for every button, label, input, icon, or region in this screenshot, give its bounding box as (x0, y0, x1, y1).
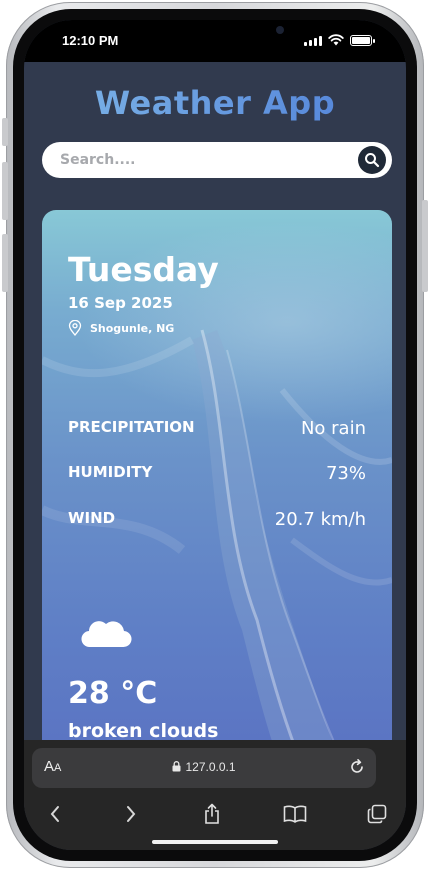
stat-label: HUMIDITY (68, 463, 153, 481)
stat-label: PRECIPITATION (68, 418, 195, 436)
url-text: 127.0.0.1 (185, 760, 236, 774)
silent-switch (2, 118, 8, 146)
stat-row-wind: WIND 20.7 km/h (68, 509, 366, 533)
forward-button[interactable] (118, 802, 144, 826)
browser-toolbar (24, 798, 406, 830)
phone-screen: 12:10 PM Weather App Search.... Tuesday … (24, 20, 406, 850)
day-name: Tuesday (68, 250, 219, 289)
stat-value: No rain (300, 418, 366, 439)
back-button[interactable] (42, 802, 68, 826)
search-bar (42, 142, 392, 178)
power-button (422, 200, 428, 292)
location: Shogunle, NG (68, 320, 174, 336)
wifi-icon (328, 34, 344, 46)
volume-down-button (2, 234, 8, 292)
bookmarks-button[interactable] (282, 802, 308, 826)
stat-value: 73% (325, 463, 366, 484)
notch (146, 20, 284, 50)
weather-card: Tuesday 16 Sep 2025 Shogunle, NG PRECIPI… (42, 210, 392, 770)
location-pin-icon (68, 320, 82, 336)
share-icon (205, 803, 219, 824)
lock-icon (172, 761, 181, 772)
status-icons (304, 34, 375, 46)
stat-row-humidity: HUMIDITY 73% (68, 463, 366, 487)
location-text: Shogunle, NG (90, 321, 175, 335)
stat-value: 20.7 km/h (274, 509, 366, 530)
reload-icon[interactable] (348, 758, 366, 776)
front-camera (276, 26, 284, 34)
home-indicator (152, 840, 278, 844)
browser-bar: AA 127.0.0.1 (24, 740, 406, 850)
temperature: 28 °C (68, 676, 158, 711)
date: 16 Sep 2025 (68, 294, 173, 312)
book-icon (283, 805, 307, 823)
volume-up-button (2, 162, 8, 220)
address-bar[interactable]: AA 127.0.0.1 (32, 748, 376, 788)
search-input[interactable] (60, 142, 340, 178)
chevron-right-icon (127, 806, 136, 822)
url-field[interactable]: 127.0.0.1 (32, 760, 376, 774)
status-bar: 12:10 PM (24, 20, 406, 62)
signal-icon (304, 35, 322, 46)
share-button[interactable] (199, 802, 225, 826)
weather-description: broken clouds (68, 720, 219, 742)
tabs-icon (367, 804, 387, 824)
battery-icon (350, 34, 375, 46)
app-title: Weather App (24, 84, 406, 122)
search-icon (365, 153, 380, 168)
chevron-left-icon (50, 806, 59, 822)
stat-label: WIND (68, 509, 116, 527)
stat-row-precipitation: PRECIPITATION No rain (68, 418, 366, 442)
status-time: 12:10 PM (62, 33, 119, 48)
tabs-button[interactable] (364, 802, 390, 826)
search-button[interactable] (358, 146, 386, 174)
cloud-icon (81, 621, 132, 648)
